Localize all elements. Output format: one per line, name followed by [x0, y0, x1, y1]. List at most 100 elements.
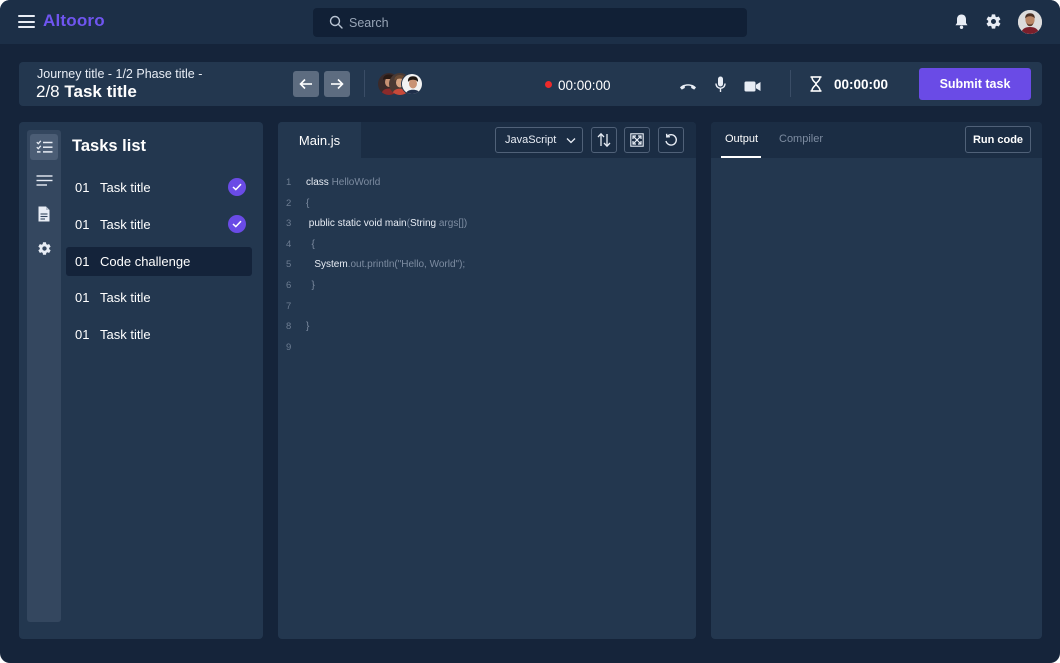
language-select[interactable]: JavaScript [495, 127, 583, 153]
participant-avatar[interactable] [401, 73, 423, 95]
line-content: public static void main(String args[]) [306, 218, 468, 230]
swap-icon [597, 132, 611, 148]
task-number: 01 [75, 254, 90, 269]
document-icon [38, 206, 50, 222]
code-line: 1 class HelloWorld [278, 172, 696, 193]
chevron-down-icon [566, 138, 576, 144]
line-content: System.out.println("Hello, World"); [306, 259, 466, 271]
search-icon [329, 15, 343, 29]
page-title: 2/8 Task title [36, 82, 137, 102]
recording-time: 00:00:00 [558, 78, 611, 93]
task-number: 01 [75, 290, 90, 305]
fullscreen-icon [630, 133, 644, 147]
checklist-icon [35, 140, 52, 153]
tab-compiler[interactable]: Compiler [779, 133, 823, 145]
language-value: JavaScript [505, 134, 557, 146]
participants-avatars[interactable] [378, 73, 428, 95]
output-toolbar: Output Compiler Run code [711, 122, 1042, 158]
line-number: 6 [286, 279, 292, 291]
output-panel: Output Compiler Run code [711, 122, 1042, 639]
mic-icon[interactable] [715, 76, 726, 98]
task-item[interactable]: 01 Task title [66, 173, 252, 202]
code-line: 5 System.out.println("Hello, World"); [278, 254, 696, 275]
top-navbar: Altooro [0, 0, 1060, 44]
line-number: 2 [286, 197, 292, 209]
file-tab[interactable]: Main.js [278, 122, 361, 158]
editor-toolbar: Main.js JavaScript [278, 122, 696, 158]
check-icon [228, 215, 246, 233]
task-timer: 00:00:00 [834, 77, 889, 92]
bell-icon[interactable] [954, 13, 969, 35]
lines-icon [36, 174, 52, 186]
phone-icon[interactable] [679, 78, 697, 96]
line-content: { [306, 238, 315, 250]
swap-layout-button[interactable] [591, 127, 617, 153]
task-label: Code challenge [100, 254, 191, 269]
gear-icon [37, 241, 51, 255]
code-line: 4 { [278, 234, 696, 255]
hourglass-icon [810, 76, 822, 97]
task-label: Task title [100, 217, 151, 232]
reset-code-button[interactable] [658, 127, 684, 153]
task-item[interactable]: 01 Task title [66, 320, 252, 349]
reset-icon [665, 133, 677, 146]
tab-output[interactable]: Output [725, 133, 758, 145]
task-number: 01 [75, 217, 90, 232]
code-line: 3 public static void main(String args[]) [278, 213, 696, 234]
task-label: Task title [100, 180, 151, 195]
task-item[interactable]: 01 Task title [66, 210, 252, 239]
task-position: 2/8 [36, 82, 60, 101]
line-content: class HelloWorld [306, 177, 381, 188]
search-bar[interactable] [313, 8, 747, 37]
code-area[interactable]: 1 class HelloWorld 2 { 3 public static v… [278, 172, 696, 357]
tasks-list-title: Tasks list [72, 137, 146, 155]
settings-tab[interactable] [30, 235, 58, 261]
arrow-right-icon [331, 78, 344, 90]
app-window: Altooro Search Journey title - 1/2 Phase… [0, 0, 1060, 663]
task-label: Task title [100, 327, 151, 342]
code-line: 7 [278, 296, 696, 317]
side-rail [27, 130, 61, 622]
task-number: 01 [75, 180, 90, 195]
gear-icon[interactable] [985, 13, 1002, 35]
code-line: 6 } [278, 275, 696, 296]
task-label: Task title [100, 290, 151, 305]
divider [790, 70, 791, 97]
code-line: 2 { [278, 193, 696, 214]
submit-task-button[interactable]: Submit task [919, 68, 1031, 100]
search-input[interactable] [349, 8, 729, 37]
output-console[interactable] [711, 158, 1042, 639]
checklist-tab[interactable] [30, 134, 58, 160]
arrow-left-icon [299, 78, 312, 90]
task-item-active[interactable]: 01 Code challenge [66, 247, 252, 276]
task-item[interactable]: 01 Task title [66, 283, 252, 312]
line-content: { [306, 197, 310, 209]
line-number: 9 [286, 341, 292, 353]
task-title: Task title [64, 82, 137, 101]
line-content: } [306, 321, 310, 333]
divider [364, 70, 365, 97]
line-number: 7 [286, 300, 292, 312]
menu-icon[interactable] [18, 15, 35, 28]
camera-icon[interactable] [744, 79, 761, 97]
line-number: 3 [286, 218, 292, 230]
line-number: 5 [286, 259, 292, 271]
run-code-button[interactable]: Run code [965, 126, 1031, 153]
task-header-bar: Journey title - 1/2 Phase title - 2/8 Ta… [19, 62, 1042, 106]
line-number: 8 [286, 321, 292, 333]
tasks-panel: Tasks list 01 Task title 01 Task title 0… [19, 122, 263, 639]
fullscreen-button[interactable] [624, 127, 650, 153]
code-line: 8 } [278, 316, 696, 337]
user-avatar[interactable] [1018, 10, 1042, 34]
description-tab[interactable] [30, 167, 58, 193]
code-editor-panel: Main.js JavaScript 1 class HelloWorld 2 … [278, 122, 696, 639]
documents-tab[interactable] [30, 201, 58, 227]
line-number: 1 [286, 177, 292, 188]
recording-indicator [545, 81, 552, 88]
previous-task-button[interactable] [293, 71, 319, 97]
code-line: 9 [278, 337, 696, 358]
next-task-button[interactable] [324, 71, 350, 97]
breadcrumb: Journey title - 1/2 Phase title - [37, 67, 203, 81]
app-logo[interactable]: Altooro [43, 11, 105, 31]
line-content: } [306, 279, 315, 291]
